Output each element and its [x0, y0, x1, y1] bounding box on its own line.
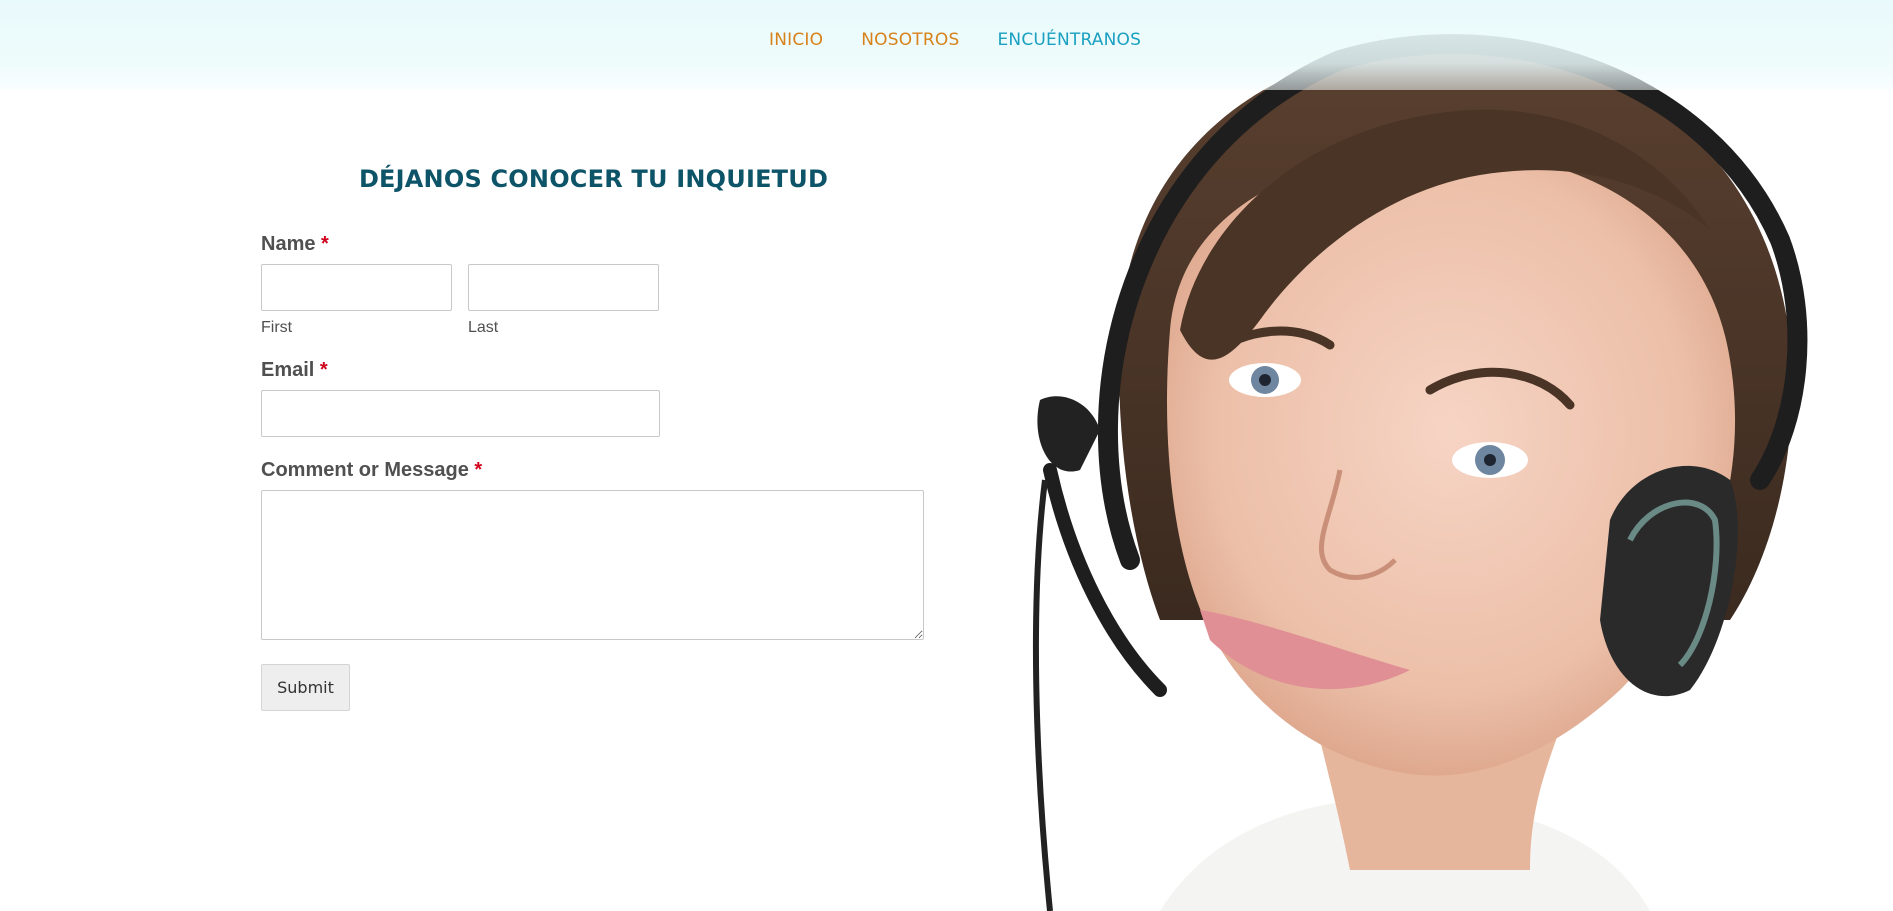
nav-link-encuentranos[interactable]: ENCUÉNTRANOS: [997, 30, 1141, 50]
first-name-column: First: [261, 264, 452, 337]
contact-form: DÉJANOS CONOCER TU INQUIETUD Name * Firs…: [261, 165, 926, 711]
message-label-text: Comment or Message: [261, 459, 469, 481]
required-marker: *: [474, 459, 483, 481]
nav-link-nosotros[interactable]: NOSOTROS: [861, 30, 959, 50]
last-name-column: Last: [468, 264, 659, 337]
submit-button[interactable]: Submit: [261, 664, 350, 711]
email-label: Email *: [261, 359, 926, 382]
name-label: Name *: [261, 233, 926, 256]
top-header: INICIO NOSOTROS ENCUÉNTRANOS: [0, 0, 1893, 90]
email-field-group: Email *: [261, 359, 926, 437]
form-title: DÉJANOS CONOCER TU INQUIETUD: [358, 165, 829, 193]
name-field-group: Name * First Last: [261, 233, 926, 337]
required-marker: *: [319, 359, 328, 381]
main-nav: INICIO NOSOTROS ENCUÉNTRANOS: [769, 30, 1141, 50]
name-row: First Last: [261, 264, 926, 337]
nav-link-inicio[interactable]: INICIO: [769, 30, 823, 50]
name-label-text: Name: [261, 233, 316, 255]
message-label: Comment or Message *: [261, 459, 926, 482]
first-name-input[interactable]: [261, 264, 452, 311]
message-textarea[interactable]: [261, 490, 924, 640]
required-marker: *: [321, 233, 329, 255]
last-name-input[interactable]: [468, 264, 659, 311]
last-sublabel: Last: [468, 319, 499, 336]
first-sublabel: First: [261, 319, 293, 336]
message-field-group: Comment or Message *: [261, 459, 926, 640]
email-label-text: Email: [261, 359, 315, 381]
contact-page: INICIO NOSOTROS ENCUÉNTRANOS DÉJANOS CON…: [0, 0, 1893, 911]
email-input[interactable]: [261, 390, 660, 437]
customer-service-photo: [1010, 0, 1893, 911]
